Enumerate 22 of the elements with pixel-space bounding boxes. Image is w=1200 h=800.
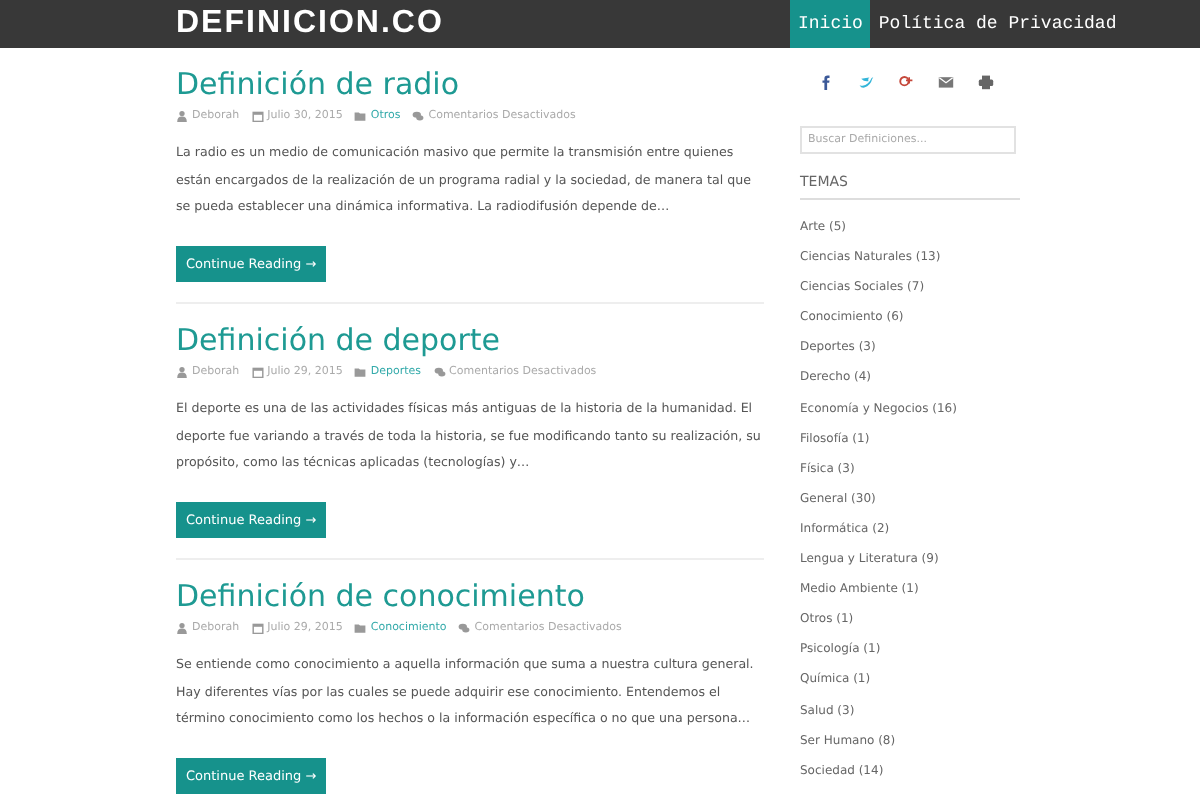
calendar-icon [251,622,264,634]
post-title[interactable]: Definición de deporte [176,320,764,360]
comments-icon [412,110,425,122]
user-icon [176,366,188,378]
nav-link[interactable]: Política de Privacidad [870,0,1125,48]
user-icon [176,622,188,634]
calendar-icon [251,110,264,122]
comments-icon [433,366,446,378]
comments-icon [458,622,471,634]
site-logo[interactable]: DEFINICION.CO [176,0,790,48]
post-title[interactable]: Definición de conocimiento [176,576,764,616]
folder-icon [354,366,367,378]
facebook-icon[interactable] [818,74,834,90]
post-title[interactable]: Definición de radio [176,64,764,104]
nav-link[interactable]: Inicio [790,0,871,48]
calendar-icon [251,366,264,378]
envelope-icon[interactable] [938,74,954,90]
google-plus-icon[interactable] [898,74,914,90]
folder-icon [354,110,367,122]
printer-icon[interactable] [978,74,994,90]
folder-icon [354,622,367,634]
user-icon [176,110,188,122]
